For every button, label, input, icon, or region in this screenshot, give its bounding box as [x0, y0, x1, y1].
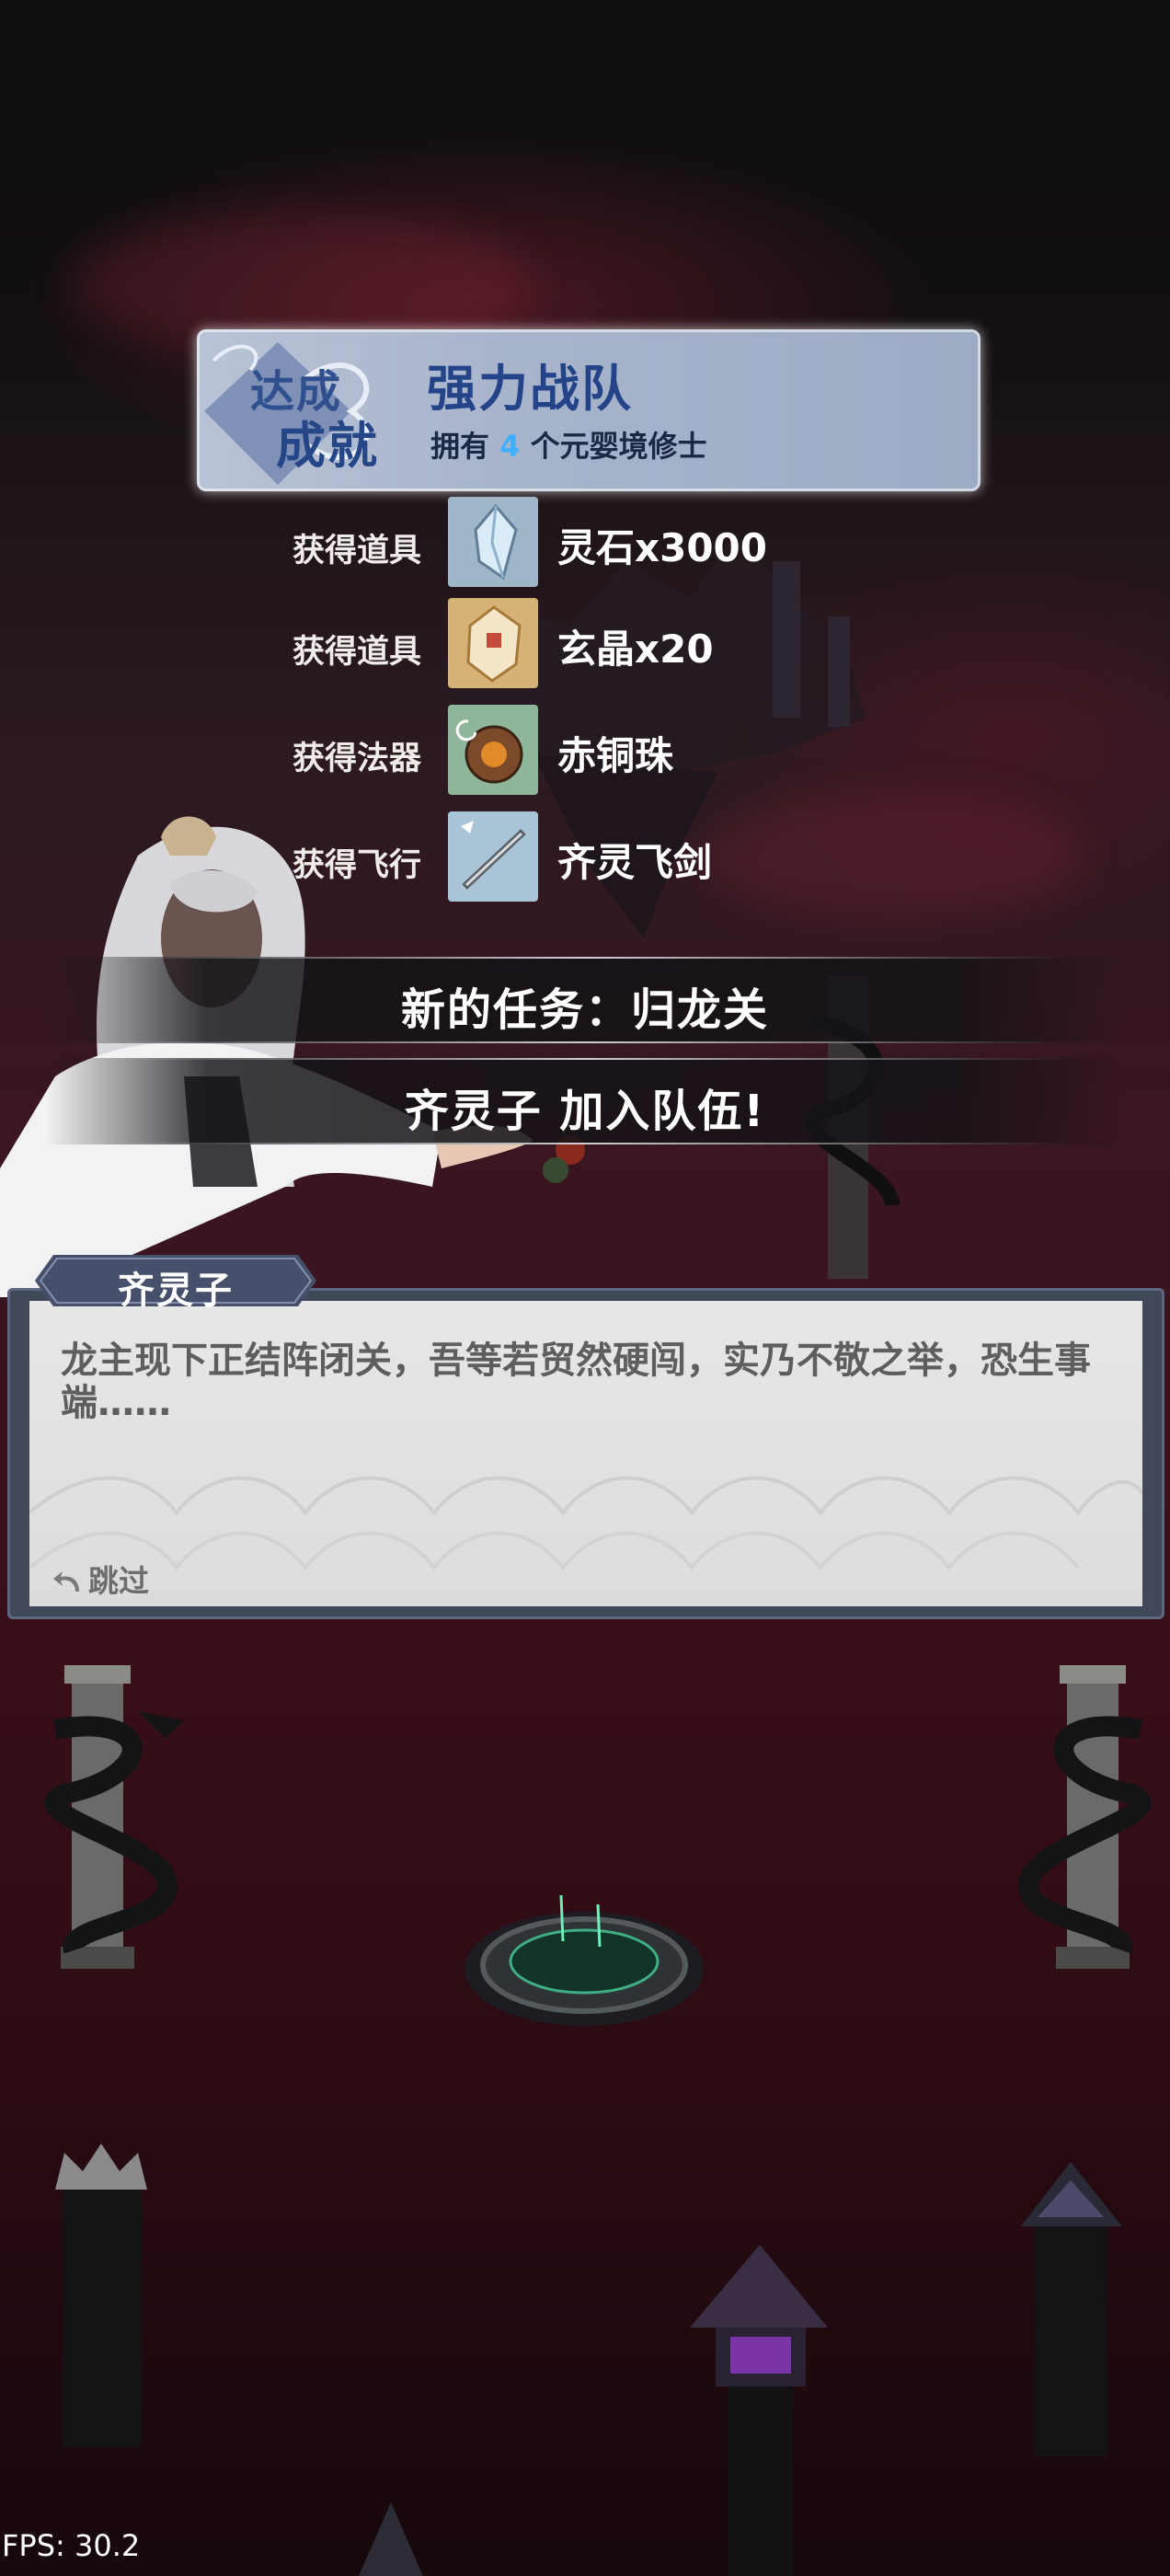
tower-left: [55, 2144, 147, 2447]
reward-name: 玄晶x20: [557, 627, 714, 672]
speaker-nameplate: 齐灵子: [35, 1255, 316, 1312]
reward-row: 获得道具 灵石x3000: [0, 497, 1170, 589]
fps-counter: FPS: 30.2: [2, 2528, 141, 2563]
reward-row: 获得法器 赤铜珠: [0, 705, 1170, 797]
spire-small: [359, 2502, 423, 2576]
dragon-pillar-right: [1018, 1665, 1152, 1969]
reward-row: 获得道具 玄晶x20: [0, 598, 1170, 690]
red-copper-bead-icon[interactable]: [448, 705, 538, 795]
dialogue-box[interactable]: 龙主现下正结阵闭关，吾等若贸然硬闯，实乃不敬之举，恐生事端…… 跳过: [7, 1288, 1164, 1619]
lantern-tower-center: [690, 2245, 828, 2576]
speaker-name: 齐灵子: [118, 1270, 234, 1312]
character-portrait-qilingzi: [0, 816, 585, 1297]
reward-label: 获得法器: [292, 741, 422, 777]
dialogue-text: 龙主现下正结阵闭关，吾等若贸然硬闯，实乃不敬之举，恐生事端……: [61, 1340, 1091, 1424]
dragon-pillar-left: [44, 1665, 184, 1969]
wave-pattern: [29, 1476, 1142, 1571]
achievement-banner: 达成 成就 强力战队 拥有 4 个元婴境修士: [197, 329, 981, 491]
dialogue-panel: 龙主现下正结阵闭关，吾等若贸然硬闯，实乃不敬之举，恐生事端…… 跳过: [29, 1301, 1142, 1606]
skip-button[interactable]: 跳过: [52, 1557, 149, 1601]
teleport-circle[interactable]: [460, 1877, 708, 2042]
achievement-label-2: 成就: [276, 417, 379, 475]
new-quest-notice: 新的任务：归龙关: [46, 957, 1124, 1043]
party-join-notice: 齐灵子 加入队伍!: [46, 1058, 1124, 1144]
reward-label: 获得道具: [292, 533, 422, 569]
reward-label: 获得道具: [292, 634, 422, 671]
achievement-title: 强力战队: [427, 360, 633, 418]
spirit-stone-icon[interactable]: [448, 497, 538, 587]
reward-name: 灵石x3000: [557, 525, 767, 570]
party-join-text: 齐灵子 加入队伍!: [404, 1086, 766, 1137]
mystic-crystal-icon[interactable]: [448, 598, 538, 688]
tower-right: [1021, 2162, 1122, 2456]
achievement-description: 拥有 4 个元婴境修士: [430, 429, 707, 464]
skip-label: 跳过: [88, 1563, 149, 1599]
reward-name: 赤铜珠: [557, 733, 674, 778]
achievement-count: 4: [499, 429, 521, 464]
undo-arrow-icon: [53, 1571, 79, 1592]
new-quest-text: 新的任务：归龙关: [400, 984, 769, 1036]
